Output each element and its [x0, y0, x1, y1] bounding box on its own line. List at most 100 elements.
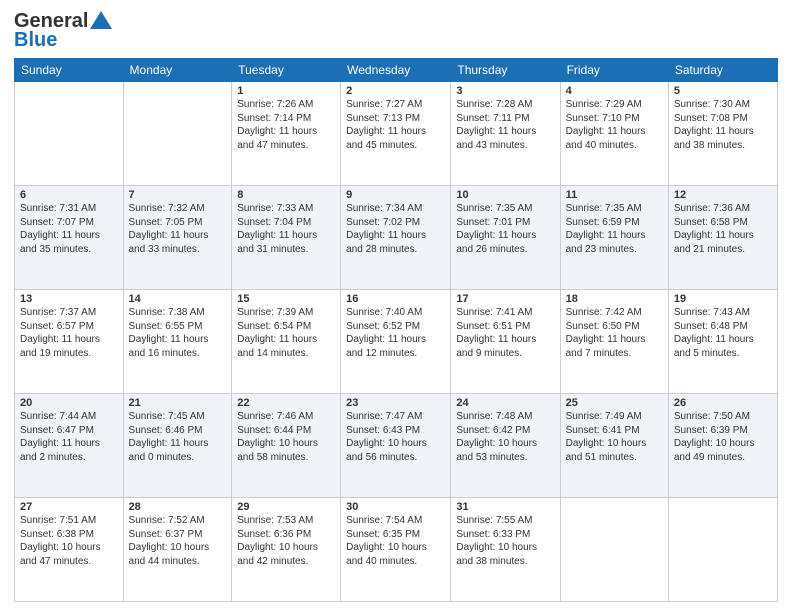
week-row-0: 1Sunrise: 7:26 AM Sunset: 7:14 PM Daylig… [15, 82, 778, 186]
calendar-cell [668, 498, 777, 602]
day-number: 7 [129, 189, 227, 201]
day-number: 2 [346, 85, 445, 97]
week-row-3: 20Sunrise: 7:44 AM Sunset: 6:47 PM Dayli… [15, 394, 778, 498]
day-info: Sunrise: 7:27 AM Sunset: 7:13 PM Dayligh… [346, 98, 445, 152]
week-row-1: 6Sunrise: 7:31 AM Sunset: 7:07 PM Daylig… [15, 186, 778, 290]
calendar-cell: 24Sunrise: 7:48 AM Sunset: 6:42 PM Dayli… [451, 394, 560, 498]
calendar-cell: 27Sunrise: 7:51 AM Sunset: 6:38 PM Dayli… [15, 498, 124, 602]
day-number: 21 [129, 397, 227, 409]
day-info: Sunrise: 7:35 AM Sunset: 7:01 PM Dayligh… [456, 202, 554, 256]
calendar-cell: 6Sunrise: 7:31 AM Sunset: 7:07 PM Daylig… [15, 186, 124, 290]
week-row-4: 27Sunrise: 7:51 AM Sunset: 6:38 PM Dayli… [15, 498, 778, 602]
calendar-cell: 13Sunrise: 7:37 AM Sunset: 6:57 PM Dayli… [15, 290, 124, 394]
day-info: Sunrise: 7:29 AM Sunset: 7:10 PM Dayligh… [566, 98, 663, 152]
day-number: 18 [566, 293, 663, 305]
day-info: Sunrise: 7:53 AM Sunset: 6:36 PM Dayligh… [237, 514, 335, 568]
day-number: 28 [129, 501, 227, 513]
calendar-cell: 16Sunrise: 7:40 AM Sunset: 6:52 PM Dayli… [341, 290, 451, 394]
day-info: Sunrise: 7:34 AM Sunset: 7:02 PM Dayligh… [346, 202, 445, 256]
day-info: Sunrise: 7:48 AM Sunset: 6:42 PM Dayligh… [456, 410, 554, 464]
day-info: Sunrise: 7:35 AM Sunset: 6:59 PM Dayligh… [566, 202, 663, 256]
day-info: Sunrise: 7:37 AM Sunset: 6:57 PM Dayligh… [20, 306, 118, 360]
day-info: Sunrise: 7:54 AM Sunset: 6:35 PM Dayligh… [346, 514, 445, 568]
day-info: Sunrise: 7:52 AM Sunset: 6:37 PM Dayligh… [129, 514, 227, 568]
weekday-header-thursday: Thursday [451, 59, 560, 82]
day-info: Sunrise: 7:42 AM Sunset: 6:50 PM Dayligh… [566, 306, 663, 360]
day-number: 29 [237, 501, 335, 513]
calendar-cell [15, 82, 124, 186]
day-info: Sunrise: 7:31 AM Sunset: 7:07 PM Dayligh… [20, 202, 118, 256]
day-info: Sunrise: 7:47 AM Sunset: 6:43 PM Dayligh… [346, 410, 445, 464]
day-number: 13 [20, 293, 118, 305]
day-number: 3 [456, 85, 554, 97]
day-number: 1 [237, 85, 335, 97]
day-info: Sunrise: 7:43 AM Sunset: 6:48 PM Dayligh… [674, 306, 772, 360]
day-number: 10 [456, 189, 554, 201]
calendar-cell: 21Sunrise: 7:45 AM Sunset: 6:46 PM Dayli… [123, 394, 232, 498]
day-info: Sunrise: 7:36 AM Sunset: 6:58 PM Dayligh… [674, 202, 772, 256]
calendar-cell: 7Sunrise: 7:32 AM Sunset: 7:05 PM Daylig… [123, 186, 232, 290]
calendar-cell: 19Sunrise: 7:43 AM Sunset: 6:48 PM Dayli… [668, 290, 777, 394]
day-number: 16 [346, 293, 445, 305]
calendar-cell: 22Sunrise: 7:46 AM Sunset: 6:44 PM Dayli… [232, 394, 341, 498]
logo-icon [90, 11, 112, 29]
weekday-header-row: SundayMondayTuesdayWednesdayThursdayFrid… [15, 59, 778, 82]
day-info: Sunrise: 7:38 AM Sunset: 6:55 PM Dayligh… [129, 306, 227, 360]
day-number: 9 [346, 189, 445, 201]
day-number: 19 [674, 293, 772, 305]
day-number: 12 [674, 189, 772, 201]
calendar-cell: 28Sunrise: 7:52 AM Sunset: 6:37 PM Dayli… [123, 498, 232, 602]
day-info: Sunrise: 7:26 AM Sunset: 7:14 PM Dayligh… [237, 98, 335, 152]
calendar-cell: 18Sunrise: 7:42 AM Sunset: 6:50 PM Dayli… [560, 290, 668, 394]
day-number: 31 [456, 501, 554, 513]
day-number: 4 [566, 85, 663, 97]
day-info: Sunrise: 7:30 AM Sunset: 7:08 PM Dayligh… [674, 98, 772, 152]
calendar-cell: 9Sunrise: 7:34 AM Sunset: 7:02 PM Daylig… [341, 186, 451, 290]
calendar-cell [123, 82, 232, 186]
calendar-cell: 3Sunrise: 7:28 AM Sunset: 7:11 PM Daylig… [451, 82, 560, 186]
day-info: Sunrise: 7:33 AM Sunset: 7:04 PM Dayligh… [237, 202, 335, 256]
logo-blue-text: Blue [14, 29, 57, 52]
day-number: 6 [20, 189, 118, 201]
day-info: Sunrise: 7:51 AM Sunset: 6:38 PM Dayligh… [20, 514, 118, 568]
calendar-cell: 23Sunrise: 7:47 AM Sunset: 6:43 PM Dayli… [341, 394, 451, 498]
calendar-cell: 15Sunrise: 7:39 AM Sunset: 6:54 PM Dayli… [232, 290, 341, 394]
calendar-cell: 11Sunrise: 7:35 AM Sunset: 6:59 PM Dayli… [560, 186, 668, 290]
calendar-cell: 17Sunrise: 7:41 AM Sunset: 6:51 PM Dayli… [451, 290, 560, 394]
day-info: Sunrise: 7:32 AM Sunset: 7:05 PM Dayligh… [129, 202, 227, 256]
logo: General Blue [14, 10, 112, 52]
day-number: 24 [456, 397, 554, 409]
calendar-table: SundayMondayTuesdayWednesdayThursdayFrid… [14, 58, 778, 602]
weekday-header-sunday: Sunday [15, 59, 124, 82]
day-info: Sunrise: 7:49 AM Sunset: 6:41 PM Dayligh… [566, 410, 663, 464]
calendar-cell: 10Sunrise: 7:35 AM Sunset: 7:01 PM Dayli… [451, 186, 560, 290]
weekday-header-wednesday: Wednesday [341, 59, 451, 82]
day-number: 15 [237, 293, 335, 305]
weekday-header-saturday: Saturday [668, 59, 777, 82]
day-number: 17 [456, 293, 554, 305]
weekday-header-monday: Monday [123, 59, 232, 82]
day-info: Sunrise: 7:50 AM Sunset: 6:39 PM Dayligh… [674, 410, 772, 464]
page: General Blue SundayMondayTuesdayWednesda… [0, 0, 792, 612]
day-number: 30 [346, 501, 445, 513]
calendar-cell [560, 498, 668, 602]
calendar-cell: 20Sunrise: 7:44 AM Sunset: 6:47 PM Dayli… [15, 394, 124, 498]
day-info: Sunrise: 7:46 AM Sunset: 6:44 PM Dayligh… [237, 410, 335, 464]
calendar-cell: 5Sunrise: 7:30 AM Sunset: 7:08 PM Daylig… [668, 82, 777, 186]
day-info: Sunrise: 7:28 AM Sunset: 7:11 PM Dayligh… [456, 98, 554, 152]
calendar-cell: 31Sunrise: 7:55 AM Sunset: 6:33 PM Dayli… [451, 498, 560, 602]
calendar-cell: 26Sunrise: 7:50 AM Sunset: 6:39 PM Dayli… [668, 394, 777, 498]
day-info: Sunrise: 7:55 AM Sunset: 6:33 PM Dayligh… [456, 514, 554, 568]
weekday-header-friday: Friday [560, 59, 668, 82]
day-number: 27 [20, 501, 118, 513]
day-number: 25 [566, 397, 663, 409]
day-number: 14 [129, 293, 227, 305]
calendar-cell: 29Sunrise: 7:53 AM Sunset: 6:36 PM Dayli… [232, 498, 341, 602]
header: General Blue [14, 10, 778, 52]
calendar-cell: 2Sunrise: 7:27 AM Sunset: 7:13 PM Daylig… [341, 82, 451, 186]
week-row-2: 13Sunrise: 7:37 AM Sunset: 6:57 PM Dayli… [15, 290, 778, 394]
calendar-cell: 14Sunrise: 7:38 AM Sunset: 6:55 PM Dayli… [123, 290, 232, 394]
day-number: 22 [237, 397, 335, 409]
calendar-cell: 8Sunrise: 7:33 AM Sunset: 7:04 PM Daylig… [232, 186, 341, 290]
day-number: 5 [674, 85, 772, 97]
